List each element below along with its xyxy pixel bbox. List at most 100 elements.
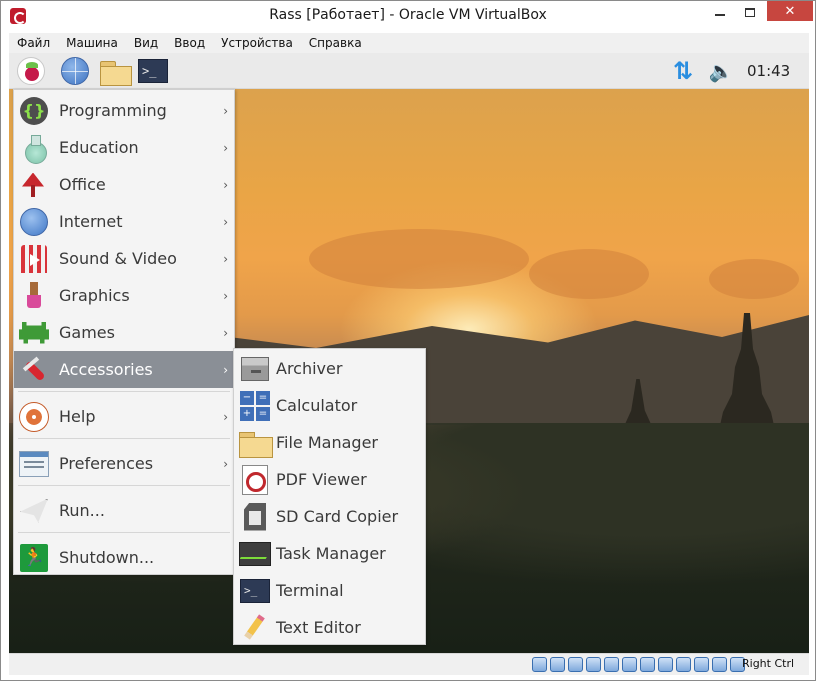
menu-view[interactable]: Вид [126, 33, 166, 53]
menu-file[interactable]: Файл [9, 33, 58, 53]
menu-item-label: Sound & Video [59, 249, 177, 268]
applications-menu: {} Programming › Education › Office › In… [13, 89, 235, 575]
menu-item-label: Games [59, 323, 115, 342]
menu-item-run[interactable]: Run... [14, 492, 234, 529]
menu-separator [18, 532, 230, 533]
office-icon [21, 171, 47, 199]
menu-item-games[interactable]: Games › [14, 314, 234, 351]
menu-item-label: Internet [59, 212, 123, 231]
sd-card-icon [244, 502, 266, 531]
usb-icon[interactable] [604, 657, 619, 672]
menu-item-graphics[interactable]: Graphics › [14, 277, 234, 314]
menu-item-shutdown[interactable]: 🏃 Shutdown... [14, 539, 234, 576]
volume-icon[interactable]: 🔈 [706, 57, 736, 85]
menu-separator [18, 485, 230, 486]
host-key-label: Right Ctrl [742, 657, 795, 670]
chevron-right-icon: › [223, 140, 228, 155]
virtualization-icon[interactable] [694, 657, 709, 672]
menu-input[interactable]: Ввод [166, 33, 213, 53]
raspberry-menu-button[interactable] [15, 56, 47, 86]
help-icon [20, 402, 48, 431]
pdf-viewer-icon [242, 464, 268, 495]
submenu-item-calculator[interactable]: − = + = Calculator [234, 387, 425, 424]
menu-item-education[interactable]: Education › [14, 129, 234, 166]
browser-launcher[interactable] [59, 56, 91, 86]
menu-item-preferences[interactable]: Preferences › [14, 445, 234, 482]
archiver-icon [241, 356, 269, 381]
menu-item-sound-video[interactable]: Sound & Video › [14, 240, 234, 277]
file-manager-icon [239, 430, 273, 458]
submenu-item-pdf-viewer[interactable]: PDF Viewer [234, 461, 425, 498]
submenu-item-file-manager[interactable]: File Manager [234, 424, 425, 461]
menu-separator [18, 391, 230, 392]
text-editor-icon [241, 614, 269, 642]
network-adapter-icon[interactable] [586, 657, 601, 672]
maximize-icon [745, 7, 755, 17]
menu-item-programming[interactable]: {} Programming › [14, 92, 234, 129]
hard-disk-icon[interactable] [532, 657, 547, 672]
menu-item-label: Help [59, 407, 96, 426]
menu-item-label: Preferences [59, 454, 154, 473]
shared-folders-icon[interactable] [622, 657, 637, 672]
wallpaper-cloud [529, 249, 649, 299]
submenu-item-label: Calculator [276, 396, 358, 415]
wallpaper-cloud [309, 229, 529, 289]
calculator-icon: − = + = [240, 390, 270, 421]
status-indicators [532, 657, 745, 672]
mouse-integration-icon[interactable] [712, 657, 727, 672]
raspberry-pi-icon [17, 57, 45, 85]
submenu-item-text-editor[interactable]: Text Editor [234, 609, 425, 646]
chevron-right-icon: › [223, 362, 228, 377]
minimize-button[interactable] [705, 1, 735, 23]
submenu-item-archiver[interactable]: Archiver [234, 350, 425, 387]
menu-item-label: Education [59, 138, 139, 157]
terminal-launcher[interactable]: >_ [137, 56, 169, 86]
minimize-icon [715, 14, 725, 16]
preferences-icon [19, 450, 49, 477]
cpu-icon[interactable] [676, 657, 691, 672]
menu-item-accessories[interactable]: Accessories › [14, 351, 234, 388]
vm-status-bar: Right Ctrl [9, 653, 809, 675]
file-manager-launcher[interactable] [99, 56, 132, 86]
title-bar[interactable]: Rass [Работает] - Oracle VM VirtualBox ✕ [1, 1, 815, 31]
submenu-item-label: Task Manager [276, 544, 386, 563]
window-title: Rass [Работает] - Oracle VM VirtualBox [269, 7, 547, 23]
submenu-item-label: File Manager [276, 433, 378, 452]
terminal-icon: >_ [240, 578, 270, 603]
submenu-item-sd-card-copier[interactable]: SD Card Copier [234, 498, 425, 535]
globe-icon [61, 57, 89, 85]
maximize-button[interactable] [735, 1, 765, 23]
submenu-item-task-manager[interactable]: Task Manager [234, 535, 425, 572]
guest-display[interactable]: >_ ⇅ 🔈 01:43 {} Programming › Education … [9, 53, 809, 653]
sound-video-icon [21, 244, 47, 273]
display-icon[interactable] [640, 657, 655, 672]
optical-drive-icon[interactable] [550, 657, 565, 672]
chevron-right-icon: › [223, 325, 228, 340]
network-icon[interactable]: ⇅ [669, 57, 697, 85]
folder-icon [100, 59, 132, 86]
submenu-item-label: SD Card Copier [276, 507, 399, 526]
internet-icon [20, 207, 48, 236]
menu-machine[interactable]: Машина [58, 33, 126, 53]
graphics-icon [27, 281, 41, 310]
close-button[interactable]: ✕ [767, 1, 813, 21]
vm-menubar: Файл Машина Вид Ввод Устройства Справка [9, 33, 809, 53]
submenu-item-terminal[interactable]: >_ Terminal [234, 572, 425, 609]
menu-help[interactable]: Справка [301, 33, 370, 53]
calculator-key: = [256, 406, 270, 421]
accessories-icon [20, 356, 48, 384]
audio-icon[interactable] [568, 657, 583, 672]
chevron-right-icon: › [223, 177, 228, 192]
menu-item-office[interactable]: Office › [14, 166, 234, 203]
menu-devices[interactable]: Устройства [213, 33, 301, 53]
menu-item-label: Graphics [59, 286, 130, 305]
chevron-right-icon: › [223, 214, 228, 229]
taskbar-panel: >_ ⇅ 🔈 01:43 [9, 53, 809, 89]
chevron-right-icon: › [223, 456, 228, 471]
menu-item-help[interactable]: Help › [14, 398, 234, 435]
menu-item-internet[interactable]: Internet › [14, 203, 234, 240]
clock[interactable]: 01:43 [747, 62, 790, 80]
video-capture-icon[interactable] [658, 657, 673, 672]
run-icon [20, 498, 48, 523]
virtualbox-window: Rass [Работает] - Oracle VM VirtualBox ✕… [0, 0, 816, 681]
